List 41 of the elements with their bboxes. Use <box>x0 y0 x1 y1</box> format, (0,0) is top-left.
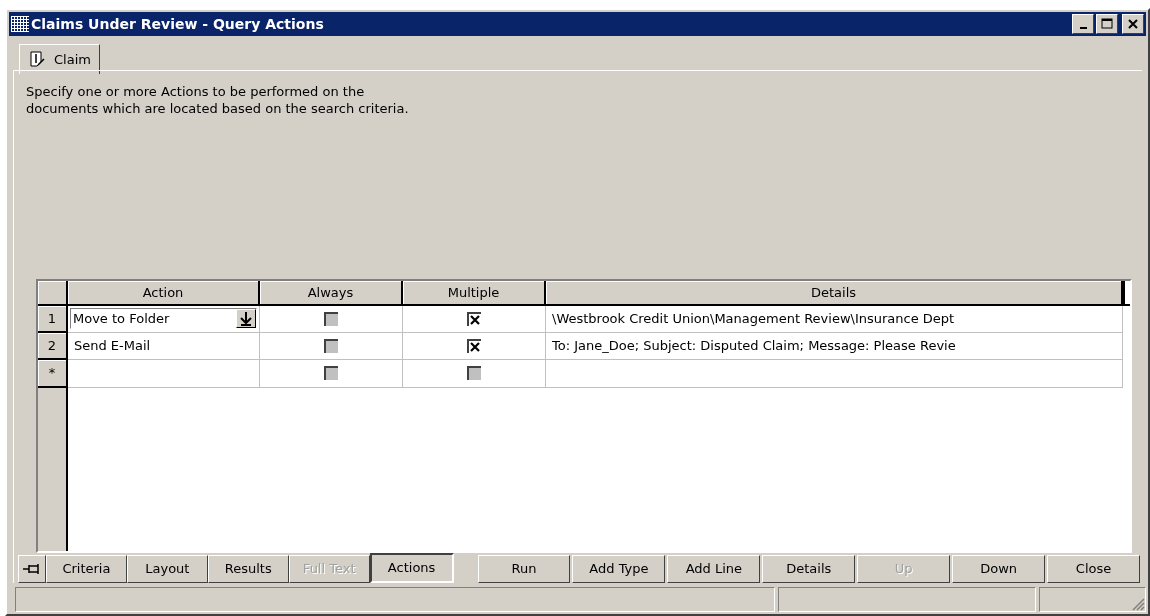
action-button[interactable]: Run <box>477 554 571 583</box>
minimize-button[interactable] <box>1072 13 1094 34</box>
empty-cell[interactable] <box>546 359 1123 388</box>
maximize-button[interactable] <box>1096 13 1118 34</box>
checkbox[interactable] <box>467 311 481 326</box>
checkbox[interactable] <box>324 338 338 353</box>
action-button[interactable]: Add Line <box>667 554 761 583</box>
column-header[interactable]: Details <box>546 280 1123 306</box>
action-button[interactable]: Add Type <box>572 554 666 583</box>
column-header[interactable]: Always <box>260 280 403 306</box>
action-dropdown[interactable]: Move to Folder <box>70 308 257 330</box>
close-icon <box>1127 17 1139 30</box>
header-corner[interactable] <box>38 280 68 306</box>
action-button[interactable]: Details <box>762 554 856 583</box>
checkbox[interactable] <box>467 366 481 381</box>
close-button[interactable] <box>1122 13 1144 34</box>
minimize-icon <box>1079 26 1087 29</box>
document-icon <box>28 50 48 69</box>
maximize-icon <box>1101 17 1113 30</box>
table-cell: \Westbrook Credit Union\Management Review\Insurance Dept <box>546 305 1123 333</box>
tab[interactable]: Claim <box>19 43 100 74</box>
view-tab[interactable]: Results <box>207 554 289 583</box>
row-header[interactable]: 1 <box>38 305 68 333</box>
view-tab[interactable]: Layout <box>126 554 208 583</box>
view-tab[interactable]: Criteria <box>45 554 127 583</box>
action-button[interactable]: Down <box>952 554 1046 583</box>
column-header[interactable]: Action <box>68 280 260 306</box>
checkbox[interactable] <box>324 366 338 381</box>
pin-icon[interactable] <box>18 554 46 583</box>
instructions-text: Specify one or more Actions to be performed on the documents which are located based on the search criteria. <box>26 82 410 118</box>
column-header[interactable]: Multiple <box>403 280 546 306</box>
row-header[interactable]: 2 <box>38 332 68 360</box>
checkbox[interactable] <box>324 311 338 326</box>
table-cell: Send E-Mail <box>68 332 260 360</box>
row-header[interactable]: * <box>38 359 68 388</box>
view-tab[interactable]: Actions <box>369 552 454 583</box>
window-title: Claims Under Review - Query Actions <box>31 15 325 32</box>
checkbox[interactable] <box>467 338 481 353</box>
action-button[interactable]: Close <box>1047 554 1140 583</box>
resize-grip-icon[interactable] <box>1131 597 1145 611</box>
table-cell: To: Jane_Doe; Subject: Disputed Claim; Message: Please Revie <box>546 332 1123 360</box>
